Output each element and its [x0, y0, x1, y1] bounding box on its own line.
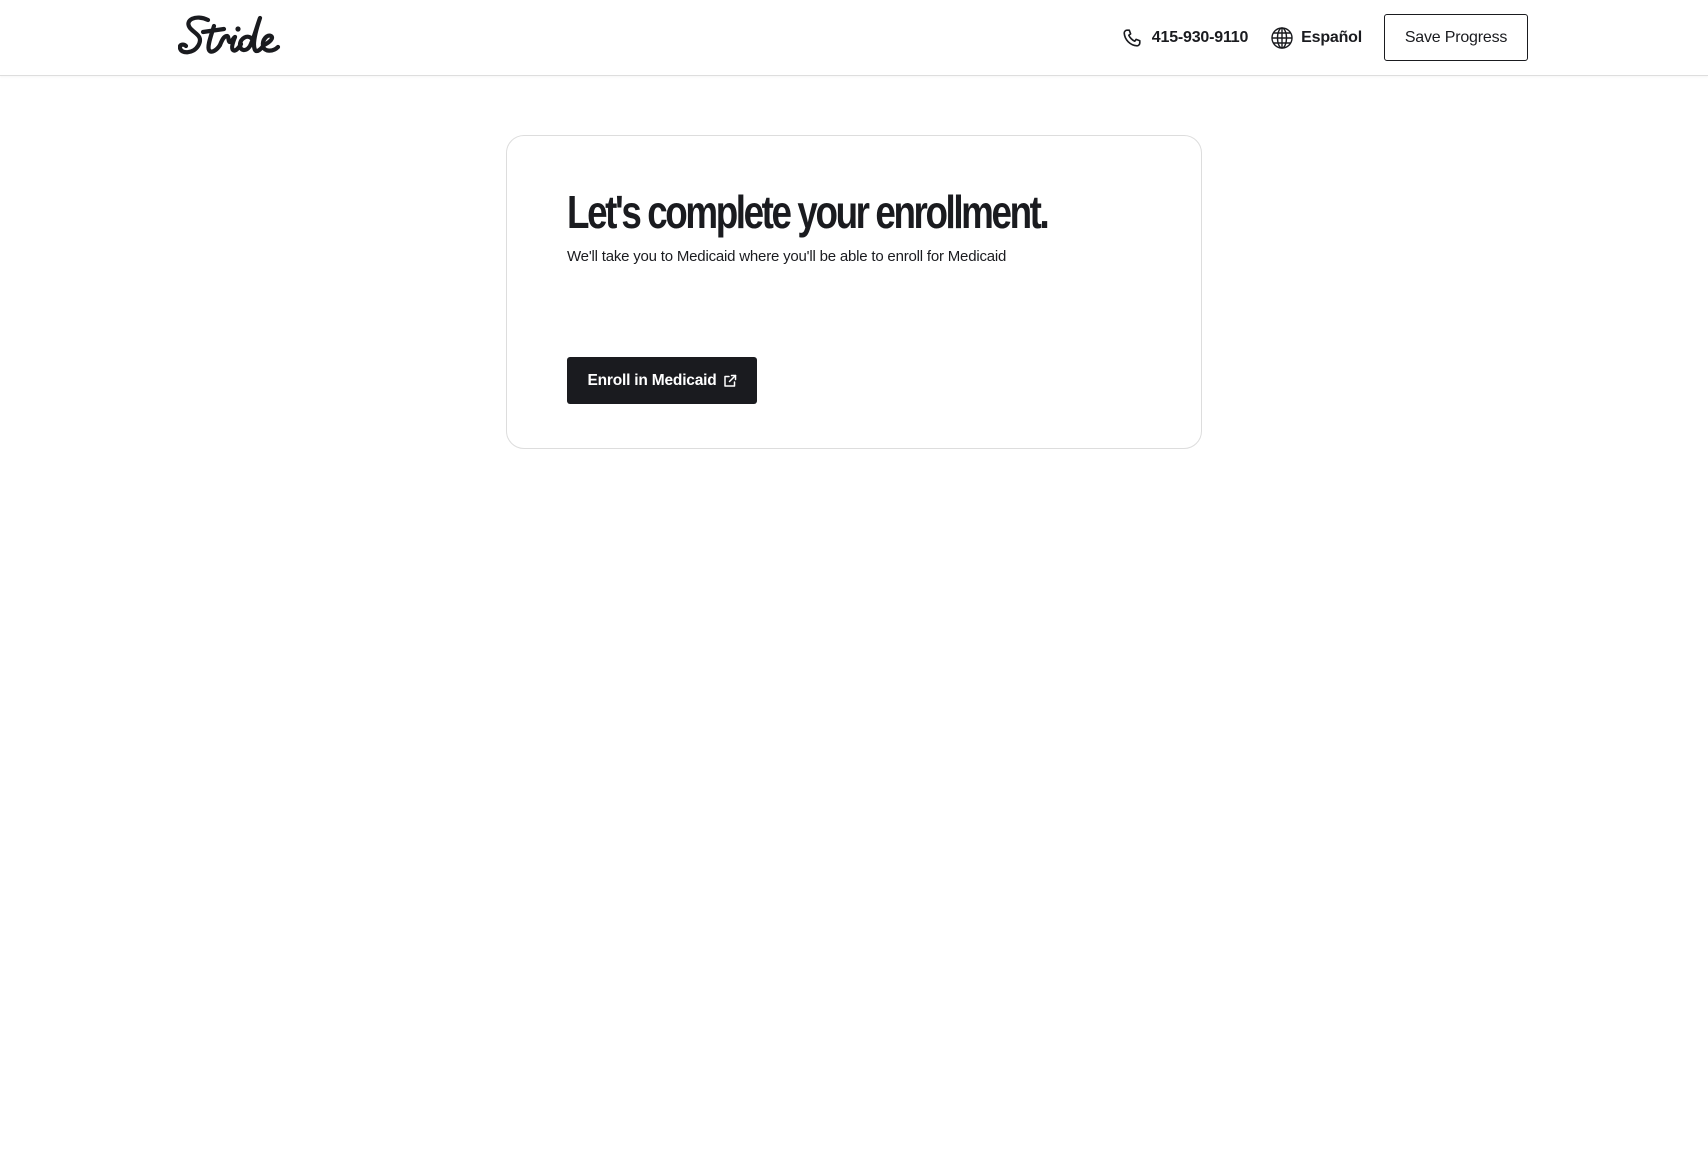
globe-icon: [1271, 26, 1293, 49]
phone-link[interactable]: 415-930-9110: [1121, 27, 1248, 49]
external-link-icon: [723, 374, 736, 387]
language-label: Español: [1301, 28, 1362, 46]
top-header: 415-930-9110 Español Save Progress: [0, 0, 1708, 76]
enrollment-card: Let's complete your enrollment. We'll ta…: [506, 135, 1202, 449]
card-subtitle: We'll take you to Medicaid where you'll …: [567, 248, 1007, 265]
language-toggle[interactable]: Español: [1270, 26, 1362, 50]
stride-logo-icon: [178, 15, 281, 55]
stride-logo[interactable]: [178, 12, 300, 60]
phone-number: 415-930-9110: [1151, 28, 1249, 46]
save-progress-button[interactable]: Save Progress: [1384, 14, 1528, 61]
enroll-button-label: Enroll in Medicaid: [587, 371, 717, 389]
phone-icon: [1123, 28, 1141, 47]
header-actions: 415-930-9110 Español Save Progress: [1121, 14, 1528, 61]
enroll-in-medicaid-button[interactable]: Enroll in Medicaid: [567, 357, 757, 404]
page-title: Let's complete your enrollment.: [567, 186, 1050, 238]
